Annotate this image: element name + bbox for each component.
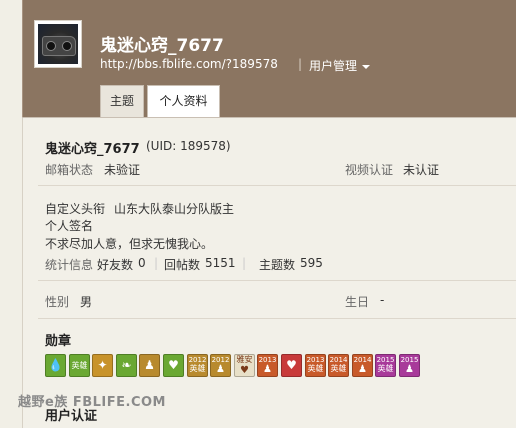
medal-icon: 💧: [48, 358, 63, 372]
heart-badge-medal[interactable]: ✦: [92, 354, 113, 377]
avatar[interactable]: [34, 20, 82, 68]
medal-icon: ❧: [121, 358, 132, 372]
email-status-value: 未验证: [104, 163, 141, 177]
topics-label: 主题数: [259, 258, 296, 272]
water-drop-medal[interactable]: 💧: [45, 354, 66, 377]
medal-year: 2015: [376, 356, 395, 364]
medal-icon: ♟: [216, 364, 225, 375]
friends-count[interactable]: 0: [138, 256, 146, 270]
medals-title: 勋章: [45, 334, 72, 349]
header-separator: |: [298, 57, 303, 71]
medal-icon: ♥: [286, 358, 297, 372]
stats-separator: |: [242, 256, 247, 270]
tab-topics-label: 主题: [109, 94, 134, 108]
profile-display-name: 鬼迷心窍_7677: [45, 142, 140, 157]
2014-team-medal[interactable]: 2014 ♟: [352, 354, 373, 377]
user-management-menu[interactable]: 用户管理: [309, 57, 371, 74]
medal-year: 2012: [188, 356, 207, 364]
gender-value: 男: [80, 295, 93, 309]
stats-separator: |: [154, 256, 159, 270]
2012-hero-medal[interactable]: 2012 英雄: [187, 354, 208, 377]
red-heart-medal[interactable]: ♥: [281, 354, 302, 377]
leaf-medal[interactable]: ❧: [116, 354, 137, 377]
medal-icon: ♟: [405, 364, 414, 375]
medal-year: 2014: [329, 356, 348, 364]
header-username: 鬼迷心窍_7677: [100, 36, 224, 56]
hero-medal[interactable]: 英雄: [69, 354, 90, 377]
car-icon: [42, 36, 76, 56]
replies-count[interactable]: 5151: [205, 256, 236, 270]
medal-icon: ♟: [144, 358, 155, 372]
topics-count[interactable]: 595: [300, 256, 323, 270]
email-status-label: 邮箱状态: [45, 163, 94, 177]
avatar-image: [38, 24, 78, 64]
custom-title-value: 山东大队泰山分队版主: [114, 202, 235, 216]
medal-year: 2013: [306, 356, 325, 364]
custom-title-label: 自定义头衔: [45, 202, 106, 216]
medal-icon: ♥: [168, 358, 179, 372]
medal-year: 2015: [400, 356, 419, 364]
stats-label: 统计信息: [45, 258, 94, 272]
medal-word: 英雄: [189, 364, 206, 373]
2012-team-medal[interactable]: 2012 ♟: [210, 354, 231, 377]
gender-label: 性别: [45, 295, 70, 309]
2013-team-medal[interactable]: 2013 ♟: [257, 354, 278, 377]
birthday-label: 生日: [345, 295, 370, 309]
signature-label: 个人签名: [45, 219, 94, 233]
chevron-down-icon: [362, 64, 371, 69]
divider: [38, 185, 516, 186]
medal-year: 2014: [353, 356, 372, 364]
medal-year: 2012: [211, 356, 230, 364]
video-auth-label: 视频认证: [345, 163, 394, 177]
video-auth-value: 未认证: [403, 163, 440, 177]
medal-word: 雅安: [236, 355, 253, 364]
birthday-value: -: [380, 293, 385, 307]
medal-word: 英雄: [377, 364, 394, 373]
signature-value: 不求尽加人意，但求无愧我心。: [45, 237, 214, 251]
medal-word: 英雄: [71, 361, 88, 370]
medal-icon: ♟: [358, 364, 367, 375]
profile-url-link[interactable]: http://bbs.fblife.com/?189578: [100, 57, 278, 71]
user-management-label: 用户管理: [309, 59, 358, 73]
green-heart-medal[interactable]: ♥: [163, 354, 184, 377]
medal-icon: ✦: [97, 358, 108, 372]
divider: [22, 117, 516, 118]
2014-hero-medal[interactable]: 2014 英雄: [328, 354, 349, 377]
divider: [38, 280, 516, 281]
profile-uid: (UID: 189578): [146, 139, 231, 153]
tab-topics[interactable]: 主题: [100, 85, 144, 117]
friends-label: 好友数: [97, 258, 134, 272]
medal-year: 2013: [258, 356, 277, 364]
medal-word: 英雄: [307, 364, 324, 373]
medal-icon: ♥: [240, 365, 249, 376]
medal-word: 英雄: [330, 364, 347, 373]
2015-team-medal[interactable]: 2015 ♟: [399, 354, 420, 377]
team-medal[interactable]: ♟: [139, 354, 160, 377]
2013-hero-medal[interactable]: 2013 英雄: [305, 354, 326, 377]
user-auth-title: 用户认证: [45, 409, 98, 424]
medal-icon: ♟: [263, 364, 272, 375]
tab-profile[interactable]: 个人资料: [147, 85, 220, 117]
divider: [38, 318, 516, 319]
tab-profile-label: 个人资料: [159, 94, 208, 108]
2015-hero-medal[interactable]: 2015 英雄: [375, 354, 396, 377]
replies-label: 回帖数: [164, 258, 201, 272]
ya-an-medal[interactable]: 雅安 ♥: [234, 354, 255, 377]
